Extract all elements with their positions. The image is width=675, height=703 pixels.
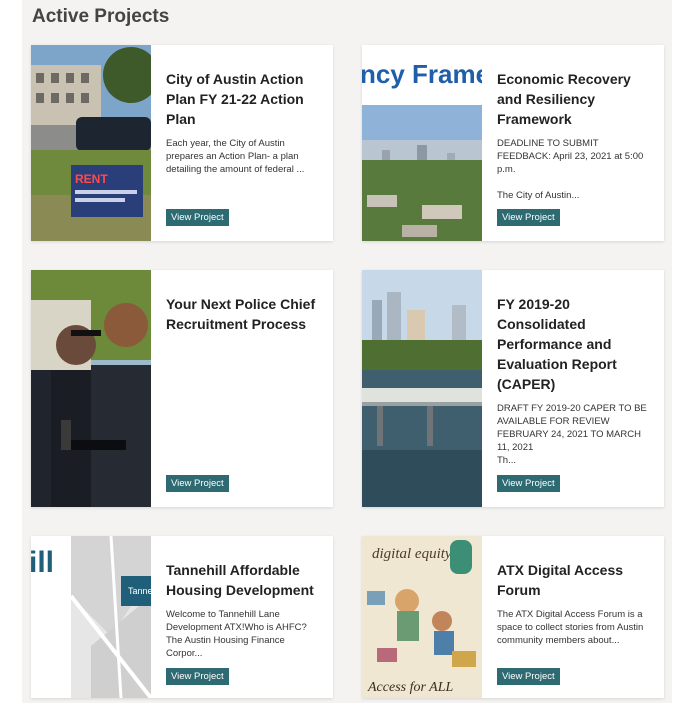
svg-text:digital equity: digital equity [372, 546, 452, 562]
view-project-button[interactable]: View Project [166, 668, 229, 685]
project-card: RENT City of Austin Action Plan FY 21-22… [31, 45, 333, 241]
project-card: digital equity Access for ALL ATX Digita… [362, 536, 664, 698]
view-project-button[interactable]: View Project [497, 475, 560, 492]
project-image[interactable]: ill Tanne [31, 536, 151, 698]
svg-text:Tanne: Tanne [128, 586, 151, 596]
description-text: The ATX Digital Access Forum is a space … [497, 609, 644, 646]
view-project-button[interactable]: View Project [497, 209, 560, 226]
view-project-button[interactable]: View Project [497, 668, 560, 685]
project-title[interactable]: ATX Digital Access Forum [497, 560, 652, 600]
project-title[interactable]: Tannehill Affordable Housing Development [166, 560, 321, 600]
view-project-button[interactable]: View Project [166, 475, 229, 492]
project-image[interactable] [362, 270, 482, 507]
description-text: Each year, the City of Austin prepares a… [166, 138, 305, 175]
view-project-button[interactable]: View Project [166, 209, 229, 226]
project-title[interactable]: Your Next Police Chief Recruitment Proce… [166, 294, 321, 334]
project-image[interactable]: ncy Frame [362, 45, 482, 241]
description-text: The City of Austin... [497, 190, 580, 201]
svg-text:Access for ALL: Access for ALL [367, 680, 454, 695]
project-title[interactable]: FY 2019-20 Consolidated Performance and … [497, 294, 652, 394]
project-description: Each year, the City of Austin prepares a… [166, 137, 321, 176]
project-card: ill Tanne Tannehill Affordable Housing D… [31, 536, 333, 698]
svg-text:ill: ill [31, 546, 54, 579]
project-image[interactable] [31, 270, 151, 507]
description-text: Welcome to Tannehill Lane Development AT… [166, 609, 307, 659]
project-description: Welcome to Tannehill Lane Development AT… [166, 608, 321, 660]
description-text: DEADLINE TO SUBMIT FEEDBACK: April 23, 2… [497, 138, 644, 175]
project-image[interactable]: RENT [31, 45, 151, 241]
svg-text:ncy Frame: ncy Frame [362, 59, 482, 89]
project-description: DEADLINE TO SUBMIT FEEDBACK: April 23, 2… [497, 137, 652, 202]
description-text: Th... [497, 455, 517, 466]
project-card: FY 2019-20 Consolidated Performance and … [362, 270, 664, 507]
project-card: ncy Frame Economic Recovery and Resilien… [362, 45, 664, 241]
project-card: Your Next Police Chief Recruitment Proce… [31, 270, 333, 507]
svg-text:RENT: RENT [75, 172, 108, 186]
projects-section: Active Projects RENT City of Austin Acti… [22, 0, 672, 703]
project-description: The ATX Digital Access Forum is a space … [497, 608, 652, 647]
project-title[interactable]: Economic Recovery and Resiliency Framewo… [497, 69, 652, 129]
project-image[interactable]: digital equity Access for ALL [362, 536, 482, 698]
description-text: DRAFT FY 2019-20 CAPER TO BE AVAILABLE F… [497, 403, 647, 453]
section-title: Active Projects [32, 6, 170, 27]
project-description: DRAFT FY 2019-20 CAPER TO BE AVAILABLE F… [497, 402, 652, 467]
project-title[interactable]: City of Austin Action Plan FY 21-22 Acti… [166, 69, 321, 129]
